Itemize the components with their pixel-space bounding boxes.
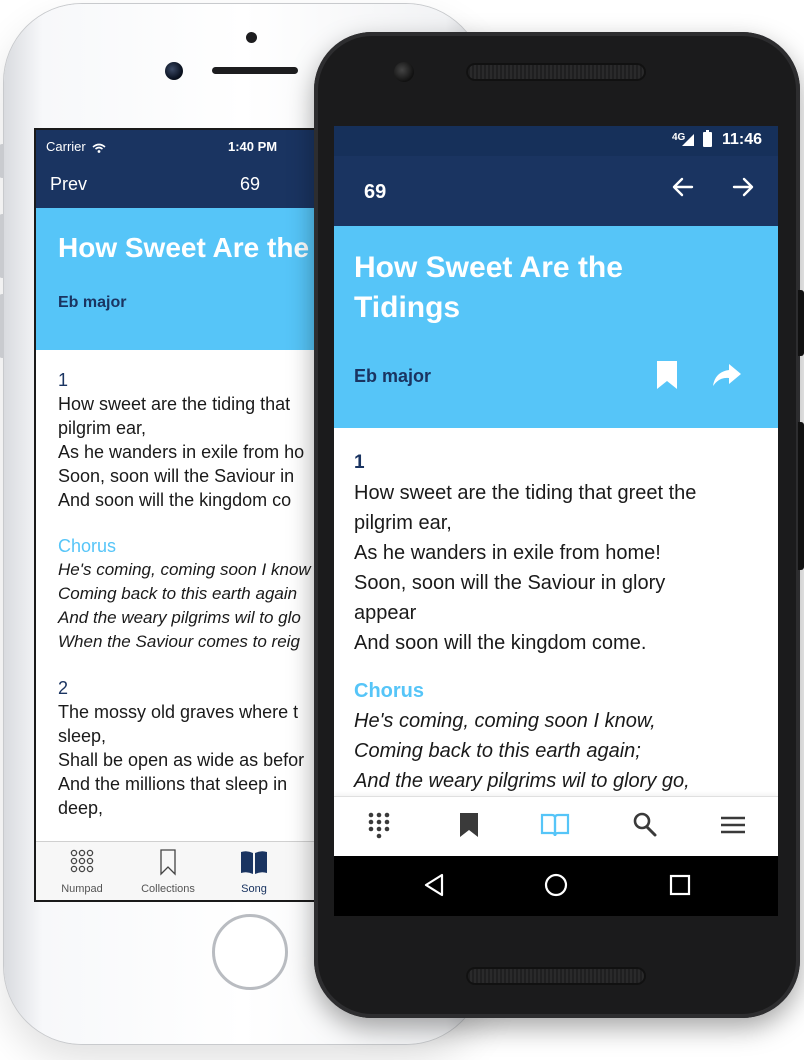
android-speaker-bottom [466,967,646,985]
numpad-icon [70,849,94,873]
book-icon [241,851,267,874]
tab-label: Collections [141,883,195,895]
iphone-front-camera [165,62,183,80]
lyric-line: deep, [58,798,104,818]
lyric-line: As he wanders in exile from ho [58,442,305,462]
lyric-line: appear [354,602,417,624]
wifi-icon [92,143,106,153]
iphone-home-button[interactable] [212,914,288,990]
nav-home-icon[interactable] [542,871,570,904]
tab-label: Song [241,883,267,895]
carrier-label: Carrier [46,139,106,154]
android-status-bar: 4G 11:46 [334,126,778,156]
chorus-line: And the weary pilgrims wil to glory go, [354,770,690,792]
hymn-number: 69 [240,174,261,194]
ios-status-time: 1:40 PM [228,139,278,154]
android-device: 4G 11:46 69 How Sweet Are the Tidings Eb… [314,32,804,1018]
android-status-time: 11:46 [722,131,763,148]
arrow-left-icon[interactable] [670,174,696,207]
chorus-line: When the Saviour comes to reig [58,632,300,651]
iphone-volume-down [0,294,4,358]
share-icon[interactable] [712,362,742,393]
bookmark-outline-icon [160,849,176,876]
lyric-line: As he wanders in exile from home! [354,542,661,564]
tab-song[interactable]: Song [214,848,294,895]
song-lyrics: 1 How sweet are the tiding that pilgrim … [36,350,336,820]
verse-number: 2 [58,678,69,698]
song-title: How Sweet Are the Tidings [354,251,623,324]
lyric-line: pilgrim ear, [58,418,147,438]
tab-collections[interactable]: Collections [128,848,208,895]
nav-recents-icon[interactable] [668,871,692,904]
tab-label: Numpad [61,883,103,895]
hymn-number: 69 [364,181,387,203]
book-icon[interactable] [540,811,570,841]
battery-icon [703,130,712,147]
chorus-line: Coming back to this earth again [58,584,298,603]
song-key: Eb major [354,366,432,386]
lyric-line: How sweet are the tiding that greet the [354,482,697,504]
android-toolbar: 69 [334,156,778,226]
lyric-line: sleep, [58,726,107,746]
ios-nav-bar: Prev 69 [36,160,336,208]
song-header: How Sweet Are the Eb major [36,208,336,350]
signal-icon [682,134,694,146]
chorus-label: Chorus [354,680,424,702]
iphone-volume-up [0,214,4,278]
lyric-line: And soon will the kingdom co [58,490,292,510]
prev-button[interactable]: Prev [50,174,87,195]
android-screen: 4G 11:46 69 How Sweet Are the Tidings Eb… [334,126,778,916]
lyric-line: The mossy old graves where t [58,702,299,722]
iphone-mute-switch [0,144,4,178]
ios-tab-bar: Numpad Collections Song [36,841,336,900]
chorus-line: He's coming, coming soon I know, [354,710,656,732]
android-volume-rocker [798,422,804,570]
chorus-line: He's coming, coming soon I know [58,560,311,579]
menu-icon[interactable] [720,811,750,841]
song-key: Eb major [58,294,127,311]
android-power-button [798,290,804,356]
lyric-line: pilgrim ear, [354,512,452,534]
verse-number: 1 [354,452,365,473]
chorus-label: Chorus [58,536,117,556]
bookmark-icon[interactable] [654,360,680,395]
song-lyrics: 1 How sweet are the tiding that greet th… [334,428,778,794]
ios-screen: Carrier 1:40 PM Prev 69 How Sweet Are th… [34,128,338,902]
arrow-right-icon[interactable] [730,174,756,207]
lyric-line: And soon will the kingdom come. [354,632,647,654]
song-title: How Sweet Are the [58,232,310,263]
iphone-sensor [246,32,257,43]
chorus-line: And the weary pilgrims wil to glo [58,608,301,627]
android-speaker-top [466,63,646,81]
android-system-nav [334,856,778,916]
lyric-line: Soon, soon will the Saviour in glory [354,572,666,594]
bookmark-icon[interactable] [458,811,488,841]
android-front-camera [394,62,414,82]
lyric-line: And the millions that sleep in [58,774,288,794]
chorus-line: Coming back to this earth again; [354,740,641,762]
verse-number: 1 [58,370,69,390]
carrier-text: Carrier [46,139,86,154]
numpad-icon[interactable] [366,811,396,841]
lyric-line: How sweet are the tiding that [58,394,291,414]
iphone-earpiece [212,67,298,74]
tab-numpad[interactable]: Numpad [42,848,122,895]
ios-status-bar: Carrier 1:40 PM [36,130,336,160]
search-icon[interactable] [632,811,662,841]
lyric-line: Soon, soon will the Saviour in [58,466,295,486]
nav-back-icon[interactable] [422,871,446,904]
lyric-line: Shall be open as wide as befor [58,750,305,770]
song-header: How Sweet Are the Tidings Eb major [334,226,778,428]
android-bottom-nav [334,796,778,857]
